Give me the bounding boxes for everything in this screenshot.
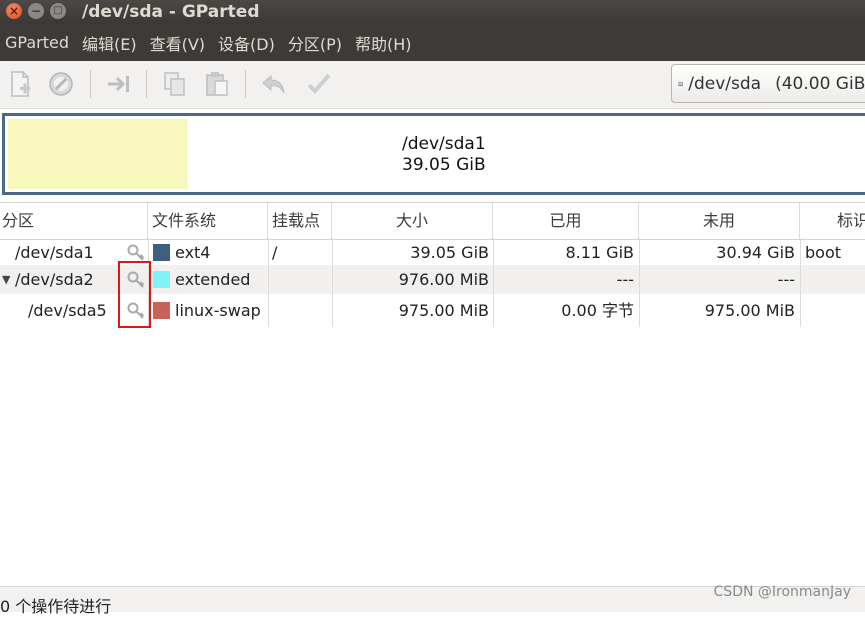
filesystem-color-swatch bbox=[153, 302, 170, 319]
mount-point: / bbox=[272, 243, 278, 262]
partition-name: /dev/sda5 bbox=[28, 301, 107, 320]
toolbar-separator bbox=[245, 70, 246, 98]
toolbar-separator bbox=[90, 70, 91, 98]
resize-move-button[interactable] bbox=[104, 69, 134, 99]
menu-edit[interactable]: 编辑(E) bbox=[77, 31, 145, 55]
maximize-icon: □ bbox=[53, 5, 63, 16]
device-selector[interactable]: /dev/sda (40.00 GiB) bbox=[671, 64, 865, 103]
partition-size: 975.00 MiB bbox=[398, 301, 489, 320]
expander-arrow-icon[interactable]: ▼ bbox=[2, 265, 14, 294]
minimize-icon: − bbox=[30, 4, 42, 18]
toolbar: /dev/sda (40.00 GiB) bbox=[0, 61, 865, 109]
paste-icon bbox=[206, 72, 228, 96]
minimize-window-button[interactable]: − bbox=[28, 3, 44, 19]
column-separator bbox=[493, 238, 494, 327]
window-title: /dev/sda - GParted bbox=[82, 2, 260, 22]
partition-map-label: /dev/sda1 39.05 GiB bbox=[402, 134, 486, 176]
undo-button[interactable] bbox=[259, 69, 289, 99]
undo-icon bbox=[262, 74, 285, 94]
partition-unused: --- bbox=[777, 270, 795, 289]
column-separator bbox=[639, 238, 640, 327]
watermark: CSDN @IronmanJay bbox=[713, 584, 851, 600]
new-partition-icon bbox=[11, 71, 30, 97]
hard-disk-icon bbox=[678, 81, 683, 86]
menu-partition[interactable]: 分区(P) bbox=[283, 31, 350, 55]
new-partition-button[interactable] bbox=[5, 69, 35, 99]
filesystem-name: linux-swap bbox=[175, 301, 261, 320]
column-header-size[interactable]: 大小 bbox=[332, 203, 493, 239]
partition-map[interactable]: /dev/sda1 39.05 GiB bbox=[2, 113, 865, 195]
filesystem-name: ext4 bbox=[175, 243, 211, 262]
copy-button[interactable] bbox=[160, 69, 190, 99]
partition-unused: 975.00 MiB bbox=[704, 301, 795, 320]
column-header-unused[interactable]: 未用 bbox=[639, 203, 800, 239]
column-header-used[interactable]: 已用 bbox=[493, 203, 639, 239]
device-label: /dev/sda bbox=[688, 73, 762, 94]
partition-used-space bbox=[8, 119, 188, 189]
partition-size: 976.00 MiB bbox=[398, 270, 489, 289]
partition-name: /dev/sda2 bbox=[15, 270, 94, 289]
resize-move-icon bbox=[108, 76, 129, 92]
filesystem-color-swatch bbox=[153, 271, 170, 288]
filesystem-color-swatch bbox=[153, 244, 170, 261]
menu-device[interactable]: 设备(D) bbox=[213, 31, 283, 55]
column-header-flags[interactable]: 标识 bbox=[800, 203, 865, 239]
partition-table-header: 分区 文件系统 挂载点 大小 已用 未用 标识 bbox=[0, 202, 865, 240]
partition-map-size: 39.05 GiB bbox=[402, 155, 486, 175]
close-window-button[interactable]: × bbox=[6, 3, 22, 19]
partition-used: 0.00 字节 bbox=[561, 301, 634, 320]
apply-icon bbox=[307, 73, 331, 94]
filesystem-name: extended bbox=[175, 270, 251, 289]
delete-button[interactable] bbox=[46, 69, 76, 99]
partition-unused: 30.94 GiB bbox=[716, 243, 795, 262]
delete-icon bbox=[49, 72, 73, 96]
column-header-filesystem[interactable]: 文件系统 bbox=[148, 203, 268, 239]
menu-help[interactable]: 帮助(H) bbox=[350, 31, 420, 55]
close-icon: × bbox=[8, 4, 20, 18]
menu-gparted[interactable]: GParted bbox=[0, 33, 77, 52]
partition-used: 8.11 GiB bbox=[565, 243, 634, 262]
column-separator bbox=[268, 238, 269, 327]
column-separator bbox=[332, 238, 333, 327]
partition-name: /dev/sda1 bbox=[15, 243, 94, 262]
partition-size: 39.05 GiB bbox=[410, 243, 489, 262]
column-header-partition[interactable]: 分区 bbox=[0, 203, 148, 239]
copy-icon bbox=[164, 72, 185, 96]
menu-bar: GParted 编辑(E) 查看(V) 设备(D) 分区(P) 帮助(H) bbox=[0, 24, 865, 61]
device-size: (40.00 GiB) bbox=[775, 73, 865, 94]
partition-flags: boot bbox=[805, 243, 842, 262]
menu-view[interactable]: 查看(V) bbox=[145, 31, 213, 55]
highlight-box bbox=[118, 261, 151, 328]
partition-used: --- bbox=[616, 270, 634, 289]
title-bar: × − □ /dev/sda - GParted bbox=[0, 0, 865, 24]
partition-map-name: /dev/sda1 bbox=[402, 134, 486, 154]
paste-button[interactable] bbox=[202, 69, 232, 99]
maximize-window-button[interactable]: □ bbox=[50, 3, 66, 19]
key-icon bbox=[127, 244, 145, 261]
toolbar-separator bbox=[146, 70, 147, 98]
column-separator bbox=[800, 238, 801, 327]
apply-button[interactable] bbox=[304, 69, 334, 99]
pending-operations-status: 0 个操作待进行 bbox=[0, 597, 112, 616]
column-header-mountpoint[interactable]: 挂载点 bbox=[268, 203, 332, 239]
